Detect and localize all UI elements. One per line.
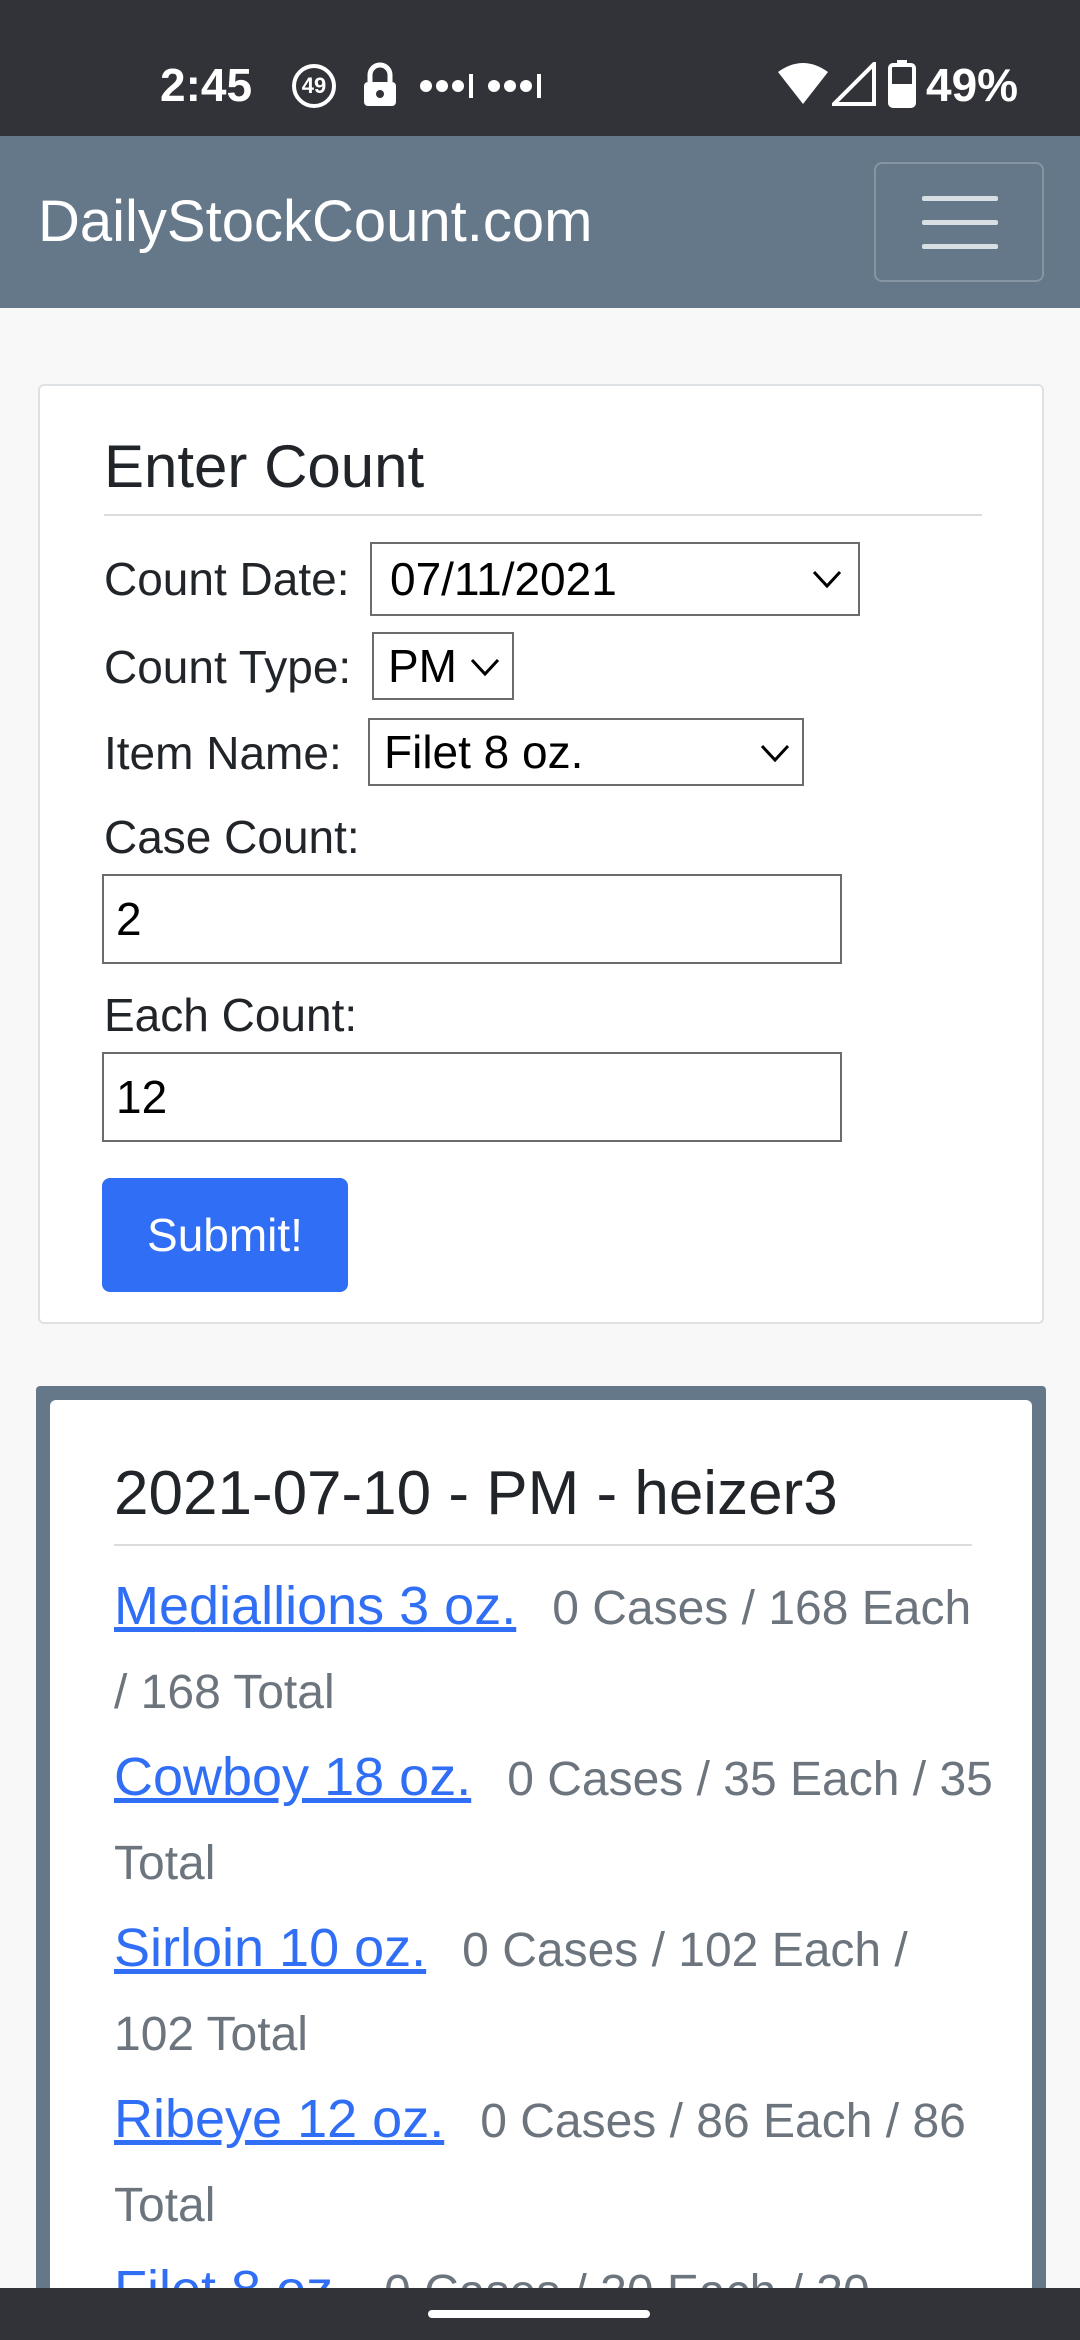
history-card: 2021-07-10 - PM - heizer3 Mediallions 3 … <box>50 1400 1032 2340</box>
hamburger-icon <box>922 196 998 201</box>
notification-count-icon: 49 <box>292 64 336 108</box>
each-count-label: Each Count: <box>104 989 358 1041</box>
list-item: Cowboy 18 oz. 0 Cases / 35 Each / 35 Tota… <box>114 1735 994 1906</box>
case-count-input[interactable]: 2 <box>102 874 842 964</box>
chevron-down-icon <box>812 570 842 589</box>
item-link[interactable]: Ribeye 12 oz. <box>114 2089 444 2149</box>
each-count-input[interactable]: 12 <box>102 1052 842 1142</box>
submit-button[interactable]: Submit! <box>102 1178 348 1292</box>
item-link[interactable]: Mediallions 3 oz. <box>114 1576 516 1636</box>
divider <box>114 1544 972 1546</box>
item-link[interactable]: Cowboy 18 oz. <box>114 1747 471 1807</box>
count-type-select[interactable]: PM <box>372 632 514 700</box>
item-link[interactable]: Sirloin 10 oz. <box>114 1918 426 1978</box>
divider <box>104 514 982 516</box>
lock-icon <box>364 62 396 106</box>
item-name-label: Item Name: <box>104 727 342 779</box>
history-title: 2021-07-10 - PM - heizer3 <box>114 1459 838 1528</box>
list-item: Ribeye 12 oz. 0 Cases / 86 Each / 86 Tota… <box>114 2077 994 2248</box>
history-card-border: 2021-07-10 - PM - heizer3 Mediallions 3 … <box>36 1386 1046 2340</box>
count-date-select[interactable]: 07/11/2021 <box>370 542 860 616</box>
menu-toggle-button[interactable] <box>874 162 1044 282</box>
battery-icon <box>888 60 916 108</box>
cellular-signal-icon <box>832 62 876 106</box>
hamburger-icon <box>922 220 998 225</box>
count-date-label: Count Date: <box>104 553 350 605</box>
status-time: 2:45 <box>160 59 253 111</box>
home-handle[interactable] <box>428 2310 650 2318</box>
history-list: Mediallions 3 oz. 0 Cases / 168 Each / 16… <box>114 1564 994 2335</box>
signal-dots-icon <box>420 74 473 98</box>
status-bar: 2:45 49 49% <box>0 0 1080 136</box>
chevron-down-icon <box>470 658 500 677</box>
card-title: Enter Count <box>104 433 425 500</box>
hamburger-icon <box>922 244 998 249</box>
count-type-label: Count Type: <box>104 641 352 693</box>
enter-count-card: Enter Count Count Date: 07/11/2021 Count… <box>38 384 1044 1324</box>
item-name-select[interactable]: Filet 8 oz. <box>368 718 804 786</box>
navbar: DailyStockCount.com <box>0 136 1080 308</box>
count-type-value: PM <box>388 640 457 692</box>
brand-link[interactable]: DailyStockCount.com <box>38 188 592 255</box>
gesture-nav-bar <box>0 2288 1080 2340</box>
item-name-value: Filet 8 oz. <box>384 726 584 778</box>
chevron-down-icon <box>760 744 790 763</box>
battery-percent: 49% <box>926 59 1019 111</box>
wifi-icon <box>778 63 828 104</box>
signal-dots-icon <box>488 74 541 98</box>
count-date-value: 07/11/2021 <box>390 553 617 605</box>
case-count-label: Case Count: <box>104 811 360 863</box>
list-item: Sirloin 10 oz. 0 Cases / 102 Each / 102 T… <box>114 1906 994 2077</box>
list-item: Mediallions 3 oz. 0 Cases / 168 Each / 16… <box>114 1564 994 1735</box>
